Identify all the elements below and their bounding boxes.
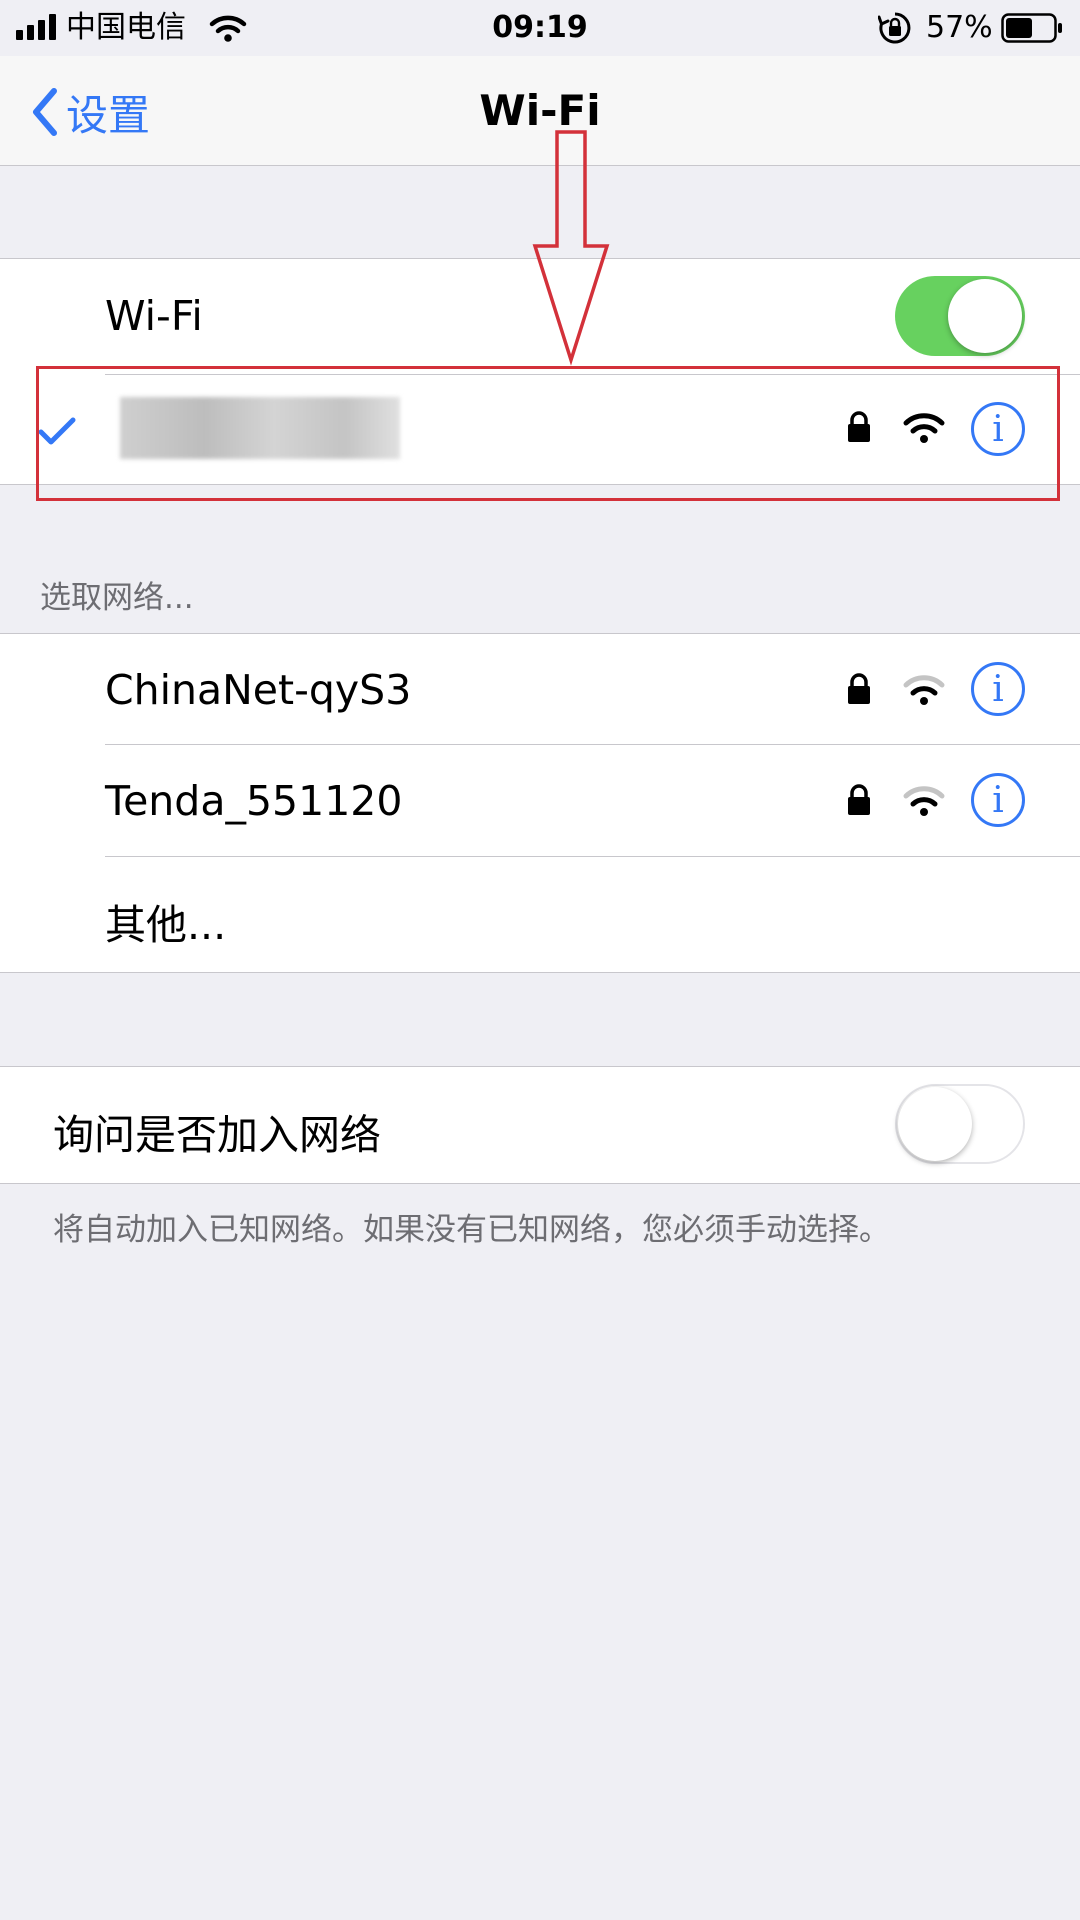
back-button[interactable]: 设置 [30, 82, 150, 142]
wifi-toggle[interactable] [895, 276, 1025, 356]
other-network-label: 其他... [105, 901, 227, 949]
annotation-highlight-box [36, 366, 1060, 501]
wifi-label: Wi-Fi [105, 292, 203, 340]
network-row-2[interactable]: Tenda_551120 i [0, 745, 1080, 856]
ask-join-footnote: 将自动加入已知网络。如果没有已知网络，您必须手动选择。 [53, 1212, 890, 1248]
annotation-arrow [532, 130, 610, 366]
clock: 09:19 [492, 10, 588, 45]
wifi-signal-icon [903, 675, 945, 705]
back-label: 设置 [66, 90, 151, 140]
ask-join-toggle-knob [898, 1087, 972, 1161]
ask-join-label: 询问是否加入网络 [53, 1111, 381, 1159]
rotation-lock-icon [878, 12, 911, 44]
status-bar: 中国电信 09:19 57% [0, 0, 1080, 56]
networks-group: ChinaNet-qyS3 i Tenda_551120 i 其他... [0, 633, 1080, 973]
info-button[interactable]: i [971, 773, 1025, 827]
network-name: ChinaNet-qyS3 [105, 666, 412, 714]
network-row-1[interactable]: ChinaNet-qyS3 i [0, 634, 1080, 744]
info-button[interactable]: i [971, 662, 1025, 716]
lock-icon [848, 784, 870, 815]
lock-icon [848, 673, 870, 704]
other-network-row[interactable]: 其他... [0, 857, 1080, 972]
ask-join-toggle[interactable] [895, 1084, 1025, 1164]
wifi-toggle-knob [948, 279, 1022, 353]
battery-percent: 57% [926, 10, 993, 45]
battery-icon [1001, 13, 1062, 43]
wifi-signal-icon [903, 786, 945, 816]
network-name: Tenda_551120 [105, 777, 403, 825]
ask-join-group: 询问是否加入网络 [0, 1066, 1080, 1184]
section-header-choose-network: 选取网络... [40, 580, 194, 616]
chevron-left-icon [33, 88, 57, 136]
